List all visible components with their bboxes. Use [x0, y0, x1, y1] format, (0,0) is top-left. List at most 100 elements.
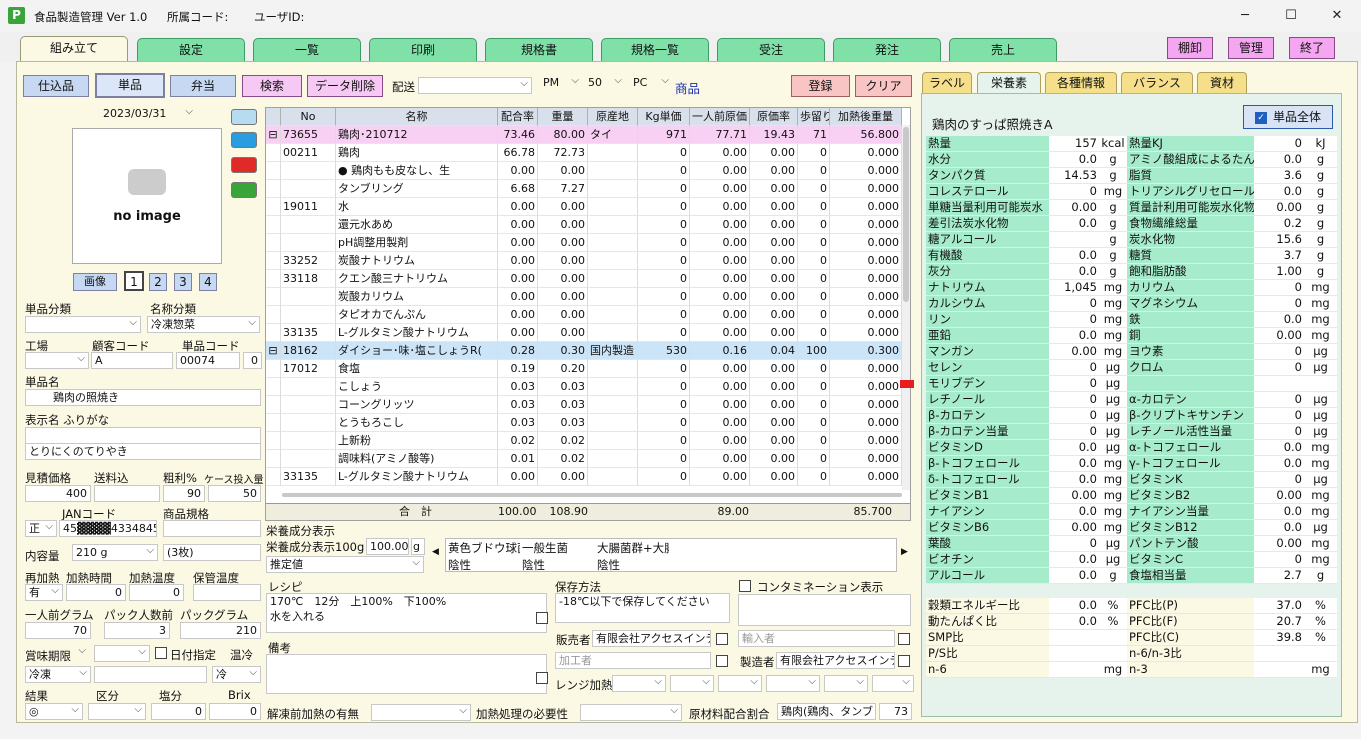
nutrient-value[interactable]: 15.6	[1254, 232, 1304, 248]
nutrient-value[interactable]: 0.0	[1049, 598, 1099, 614]
whole-item-toggle[interactable]: ✓ 単品全体	[1243, 105, 1333, 129]
delete-data-button[interactable]: データ削除	[307, 75, 383, 97]
nutrient-value[interactable]: 0	[1049, 392, 1099, 408]
nutrient-unit[interactable]: g	[1099, 152, 1127, 168]
nutrient-unit[interactable]: mg	[1304, 552, 1337, 568]
table-row[interactable]: 調味料(アミノ酸等) 0.01 0.02 0 0.00 0.00 0 0.000	[266, 450, 902, 468]
nutrient-value[interactable]: 0.0	[1254, 184, 1304, 200]
microwave-select-1[interactable]	[612, 675, 666, 692]
nutrient-unit[interactable]: mg	[1304, 280, 1337, 296]
nutrient-value[interactable]: 3.7	[1254, 248, 1304, 264]
bact-next-icon[interactable]: ▶	[901, 547, 908, 557]
pc-select[interactable]: PC	[630, 75, 672, 92]
nutrient-value[interactable]: 0	[1254, 552, 1304, 568]
nutrient-unit[interactable]: g	[1099, 264, 1127, 280]
nutrient-unit[interactable]: mg	[1304, 328, 1337, 344]
customer-code-input[interactable]: A	[91, 352, 173, 369]
table-row[interactable]: pH調整用製剤 0.00 0.00 0 0.00 0.00 0 0.000	[266, 234, 902, 252]
nutrient-value[interactable]: 0	[1254, 296, 1304, 312]
table-row[interactable]: 33135 L-グルタミン酸ナトリウム 0.00 0.00 0 0.00 0.00 0 0.00…	[266, 468, 902, 486]
nutrition-per-input[interactable]: 100.00	[366, 538, 409, 555]
tab-spec-list[interactable]: 規格一覧	[601, 38, 709, 61]
nutrient-unit[interactable]: mg	[1099, 328, 1127, 344]
nutrient-value[interactable]: 0.0	[1049, 504, 1099, 520]
minimize-icon[interactable]: ─	[1222, 4, 1268, 28]
processor-copy-icon[interactable]	[716, 655, 728, 667]
bact-prev-icon[interactable]: ◀	[432, 547, 439, 557]
nutrient-value[interactable]: 0.0	[1049, 216, 1099, 232]
tanpin-button[interactable]: 単品	[95, 73, 165, 98]
contamination-input[interactable]	[738, 594, 911, 626]
nutrient-value[interactable]: 0	[1049, 184, 1099, 200]
nutrient-unit[interactable]: μg	[1304, 424, 1337, 440]
nutrient-value[interactable]: 0.0	[1254, 504, 1304, 520]
inventory-button[interactable]: 棚卸	[1167, 37, 1213, 59]
tab-sales[interactable]: 売上	[949, 38, 1057, 61]
nutrient-unit[interactable]: mg	[1099, 488, 1127, 504]
nutrient-value[interactable]: 0.0	[1254, 520, 1304, 536]
processor-input[interactable]: 加工者	[555, 652, 711, 669]
nutrient-unit[interactable]: μg	[1099, 376, 1127, 392]
nutrient-unit[interactable]: kcal	[1099, 136, 1127, 152]
count-select[interactable]: 50	[585, 75, 625, 92]
nutrient-unit[interactable]: μg	[1304, 360, 1337, 376]
nutrient-value[interactable]: 0.0	[1254, 456, 1304, 472]
nutrient-unit[interactable]: g	[1304, 152, 1337, 168]
nutrient-unit[interactable]: μg	[1304, 392, 1337, 408]
nutrient-value[interactable]: 0.2	[1254, 216, 1304, 232]
storage-method-input[interactable]: -18℃以下で保存してください	[555, 593, 730, 623]
recipe-copy-icon[interactable]	[536, 612, 548, 624]
table-row[interactable]: タピオカでんぷん 0.00 0.00 0 0.00 0.00 0 0.000	[266, 306, 902, 324]
gross-margin-input[interactable]: 90	[163, 485, 205, 502]
nutrient-unit[interactable]: mg	[1099, 472, 1127, 488]
nutrient-value[interactable]: 0.00	[1049, 488, 1099, 504]
nutrient-value[interactable]: 0.0	[1049, 328, 1099, 344]
image-page-2[interactable]: 2	[149, 273, 167, 291]
table-row[interactable]: ⊟ 73655 鶏肉･210712 73.46 80.00 タイ 971 77.71 19.43…	[266, 126, 902, 144]
nutrient-unit[interactable]: mg	[1099, 280, 1127, 296]
nutrient-value[interactable]	[1049, 232, 1099, 248]
nutrient-value[interactable]: 0.0	[1049, 264, 1099, 280]
nutrient-value[interactable]: 0.0	[1254, 312, 1304, 328]
register-button[interactable]: 登録	[791, 75, 850, 97]
table-row[interactable]: 33135 L-グルタミン酸ナトリウム 0.00 0.00 0 0.00 0.00 0 0.00…	[266, 324, 902, 342]
nutrient-unit[interactable]: μg	[1304, 520, 1337, 536]
grid-hscrollbar[interactable]	[282, 493, 902, 497]
nutrient-unit[interactable]: g	[1304, 568, 1337, 584]
nutrient-unit[interactable]: g	[1304, 184, 1337, 200]
per-serving-input[interactable]: 70	[25, 622, 91, 639]
biko-copy-icon[interactable]	[536, 672, 548, 684]
image-page-3[interactable]: 3	[174, 273, 192, 291]
storage-temp-input[interactable]	[193, 584, 261, 601]
tab-list[interactable]: 一覧	[253, 38, 361, 61]
table-row[interactable]: こしょう 0.03 0.03 0 0.00 0.00 0 0.000	[266, 378, 902, 396]
nutrient-value[interactable]: 0.00	[1049, 200, 1099, 216]
nutrient-unit[interactable]: g	[1099, 248, 1127, 264]
nutrient-unit[interactable]: mg	[1304, 312, 1337, 328]
nutrient-unit[interactable]: g	[1099, 168, 1127, 184]
estimate-select[interactable]: 推定値	[266, 556, 424, 573]
nutrient-value[interactable]	[1049, 646, 1099, 662]
nutrient-value[interactable]: 0.0	[1049, 440, 1099, 456]
nutrient-unit[interactable]: %	[1304, 614, 1337, 630]
table-row[interactable]: 還元水あめ 0.00 0.00 0 0.00 0.00 0 0.000	[266, 216, 902, 234]
nutrient-value[interactable]: 0	[1049, 312, 1099, 328]
meisho-bunrui-select[interactable]: 冷凍惣菜	[147, 316, 260, 333]
microwave-select-3[interactable]	[718, 675, 762, 692]
table-row[interactable]: 上新粉 0.02 0.02 0 0.00 0.00 0 0.000	[266, 432, 902, 450]
display-name-input[interactable]	[25, 427, 261, 444]
product-link[interactable]: 商品	[675, 78, 700, 97]
nutrient-value[interactable]: 0.00	[1254, 488, 1304, 504]
furigana-input[interactable]: とりにくのてりやき	[25, 443, 261, 460]
nutrient-unit[interactable]: μg	[1099, 424, 1127, 440]
tanpin-name-input[interactable]: 鶏肉の照焼き	[25, 389, 261, 406]
ingredient-ratio-num[interactable]: 73	[879, 703, 912, 720]
nutrient-value[interactable]: 157	[1049, 136, 1099, 152]
nutrient-unit[interactable]: g	[1099, 216, 1127, 232]
nutrient-unit[interactable]	[1099, 630, 1127, 646]
nutrient-value[interactable]: 0	[1049, 376, 1099, 392]
nutrient-unit[interactable]: g	[1304, 200, 1337, 216]
nutrient-value[interactable]: 0	[1254, 360, 1304, 376]
tab-assembly[interactable]: 組み立て	[20, 36, 128, 62]
tanpin-code-sub-input[interactable]: 0	[243, 352, 262, 369]
